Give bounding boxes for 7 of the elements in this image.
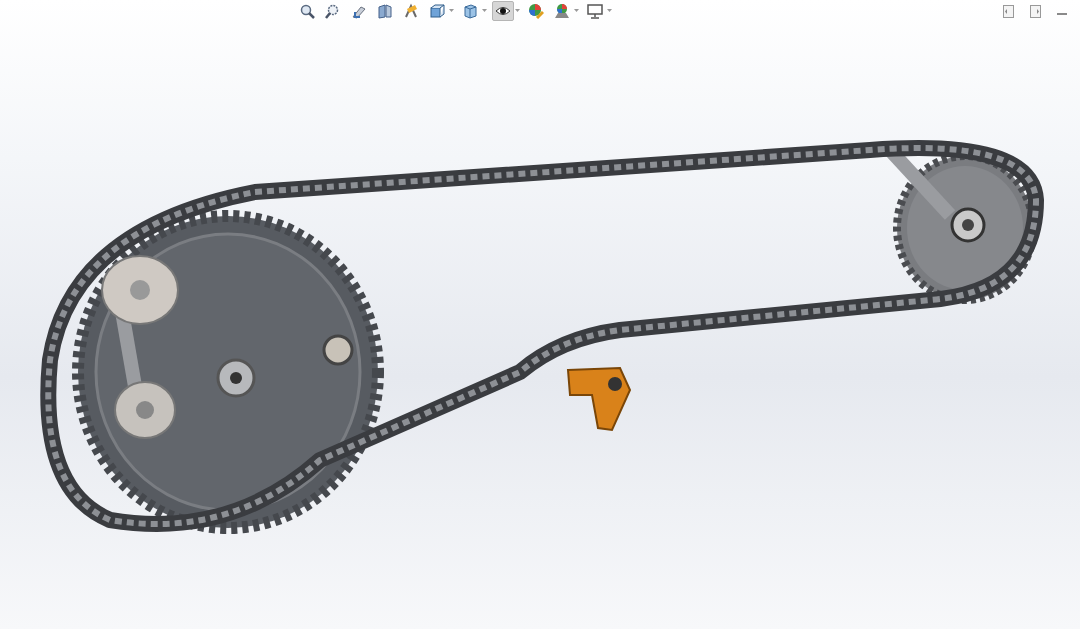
monitor-icon[interactable] <box>584 1 606 21</box>
dropdown-button[interactable] <box>481 9 488 13</box>
dropdown-button[interactable] <box>514 9 521 13</box>
dropdown-button[interactable] <box>573 9 580 13</box>
dropdown-button[interactable] <box>448 9 455 13</box>
dropdown-button[interactable] <box>606 9 613 13</box>
eye-icon[interactable] <box>492 1 514 21</box>
